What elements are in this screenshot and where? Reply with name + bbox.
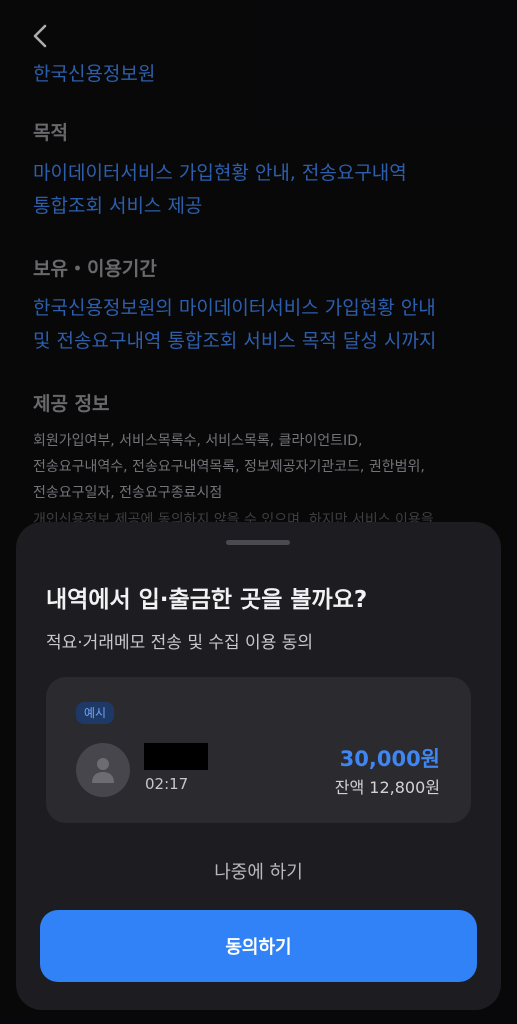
later-button[interactable]: 나중에 하기 xyxy=(16,858,501,884)
agree-button[interactable]: 동의하기 xyxy=(40,910,477,982)
sheet-drag-handle[interactable] xyxy=(226,540,290,545)
example-badge: 예시 xyxy=(76,702,115,724)
avatar xyxy=(76,743,130,797)
balance-text: 잔액 12,800원 xyxy=(334,778,440,797)
redacted-name xyxy=(144,743,208,770)
example-transaction-card: 예시 02:17 30,000원 잔액 12,800원 xyxy=(46,677,471,823)
user-avatar-icon xyxy=(92,758,114,783)
transaction-time: 02:17 xyxy=(145,775,189,793)
bottom-sheet: 내역에서 입·출금한 곳을 볼까요? 적요·거래메모 전송 및 수집 이용 동의… xyxy=(16,522,501,1010)
transaction-amount: 30,000원 xyxy=(339,747,440,771)
sheet-subtitle: 적요·거래메모 전송 및 수집 이용 동의 xyxy=(46,633,314,653)
sheet-title: 내역에서 입·출금한 곳을 볼까요? xyxy=(46,587,368,613)
